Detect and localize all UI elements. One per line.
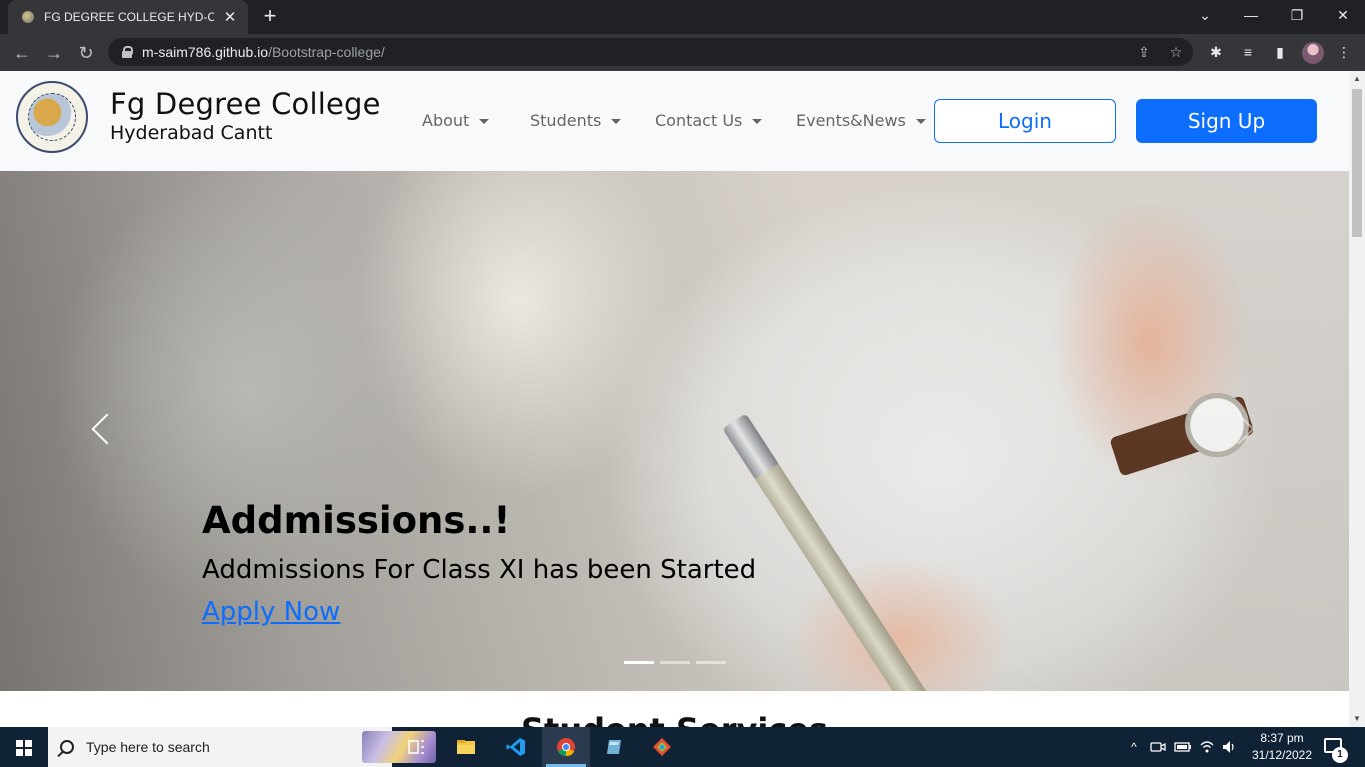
forward-arrow-icon[interactable]: → <box>41 40 67 66</box>
git-app-icon <box>653 738 671 756</box>
scrollbar-thumb[interactable] <box>1352 89 1362 237</box>
volume-icon[interactable] <box>1221 739 1237 755</box>
carousel-prev-icon[interactable] <box>88 413 114 449</box>
lock-icon[interactable] <box>122 46 133 58</box>
share-icon[interactable]: ⇪ <box>1134 42 1154 62</box>
taskbar-file-explorer[interactable] <box>442 727 490 767</box>
profile-avatar[interactable] <box>1302 42 1324 64</box>
vscode-icon <box>506 738 525 756</box>
new-tab-button[interactable]: + <box>258 4 282 28</box>
scroll-down-icon[interactable]: ▼ <box>1352 714 1362 724</box>
minimize-button[interactable]: — <box>1228 0 1274 30</box>
clock-date: 31/12/2022 <box>1251 748 1313 762</box>
notes-app-icon <box>607 740 621 754</box>
login-button[interactable]: Login <box>934 99 1116 143</box>
bookmark-star-icon[interactable]: ☆ <box>1166 42 1186 62</box>
taskbar-chrome[interactable] <box>542 727 590 767</box>
nav-label: Events&News <box>796 111 906 130</box>
url-host: m-saim786.github.io <box>142 44 269 60</box>
url-path: /Bootstrap-college/ <box>268 44 385 60</box>
browser-menu-icon[interactable]: ⋮ <box>1333 41 1355 63</box>
site-navbar: Fg Degree College Hyderabad Cantt About … <box>0 71 1349 171</box>
logo-emblem-icon <box>28 93 76 141</box>
search-icon <box>60 740 74 754</box>
show-hidden-icons[interactable]: ^ <box>1124 727 1144 767</box>
taskbar-clock[interactable]: 8:37 pm 31/12/2022 <box>1244 730 1320 764</box>
section-heading: Student Services <box>0 711 1349 727</box>
nav-label: Students <box>530 111 602 130</box>
taskbar-vscode[interactable] <box>492 727 540 767</box>
carousel-indicator[interactable] <box>624 661 654 664</box>
carousel-indicator[interactable] <box>660 661 690 664</box>
close-window-button[interactable]: ✕ <box>1320 0 1365 30</box>
nav-dropdown-students[interactable]: Students <box>530 111 622 130</box>
brand-name[interactable]: Fg Degree College <box>110 87 381 121</box>
nav-dropdown-contact[interactable]: Contact Us <box>655 111 763 130</box>
tab-search-icon[interactable]: ⌄ <box>1182 0 1228 30</box>
taskbar-app-git[interactable] <box>638 727 686 767</box>
browser-toolbar: ← → ↻ m-saim786.github.io/Bootstrap-coll… <box>0 34 1365 71</box>
carousel-next-icon[interactable] <box>1230 413 1256 449</box>
nav-dropdown-events[interactable]: Events&News <box>796 111 926 130</box>
slide-text: Addmissions For Class XI has been Starte… <box>202 555 757 585</box>
start-button[interactable] <box>0 727 48 767</box>
page-scrollbar[interactable]: ▲ ▼ <box>1349 71 1365 727</box>
browser-tabstrip: FG DEGREE COLLEGE HYD-CANTT ✕ + ⌄ — ❐ ✕ <box>0 0 1365 34</box>
caret-down-icon <box>915 119 926 124</box>
caret-down-icon <box>611 119 622 124</box>
slide-caption: Addmissions..! Addmissions For Class XI … <box>202 497 756 632</box>
caret-down-icon <box>752 119 763 124</box>
clock-time: 8:37 pm <box>1260 731 1304 745</box>
windows-taskbar: Type here to search ^ 8:37 pm 31/12/2022… <box>0 727 1365 767</box>
taskbar-search[interactable]: Type here to search <box>48 727 436 767</box>
site-favicon-icon <box>22 11 34 23</box>
wifi-icon[interactable] <box>1199 739 1215 755</box>
nav-dropdown-about[interactable]: About <box>422 111 490 130</box>
signup-button[interactable]: Sign Up <box>1136 99 1317 143</box>
back-arrow-icon[interactable]: ← <box>9 40 35 66</box>
page-viewport: Fg Degree College Hyderabad Cantt About … <box>0 71 1349 727</box>
tab-title: FG DEGREE COLLEGE HYD-CANTT <box>44 10 214 24</box>
maximize-button[interactable]: ❐ <box>1274 0 1320 30</box>
meet-now-icon[interactable] <box>1150 739 1166 755</box>
media-control-icon[interactable]: ≡ <box>1237 41 1259 63</box>
tab-close-icon[interactable]: ✕ <box>222 8 238 26</box>
college-logo[interactable] <box>16 81 88 153</box>
battery-icon[interactable] <box>1174 739 1192 755</box>
hero-carousel: Addmissions..! Addmissions For Class XI … <box>0 171 1349 691</box>
search-placeholder: Type here to search <box>86 739 210 755</box>
scroll-up-icon[interactable]: ▲ <box>1352 74 1362 84</box>
taskbar-app-notes[interactable] <box>590 727 638 767</box>
nav-label: About <box>422 111 470 130</box>
caret-down-icon <box>479 119 490 124</box>
reload-icon[interactable]: ↻ <box>73 40 99 66</box>
carousel-indicator[interactable] <box>696 661 726 664</box>
carousel-indicators <box>624 661 732 664</box>
address-bar[interactable]: m-saim786.github.io/Bootstrap-college/ ⇪… <box>108 38 1193 66</box>
slide-title: Addmissions..! <box>202 499 511 542</box>
notification-badge: 1 <box>1332 747 1348 763</box>
task-view-icon <box>408 740 424 754</box>
extensions-icon[interactable]: ✱ <box>1205 41 1227 63</box>
folder-icon <box>457 740 475 754</box>
chrome-icon <box>557 738 575 757</box>
side-panel-icon[interactable]: ▮ <box>1269 41 1291 63</box>
windows-logo-icon <box>16 740 32 756</box>
apply-now-link[interactable]: Apply Now <box>202 592 340 632</box>
brand-subtitle: Hyderabad Cantt <box>110 122 273 144</box>
browser-tab-active[interactable]: FG DEGREE COLLEGE HYD-CANTT ✕ <box>8 0 248 34</box>
task-view-button[interactable] <box>392 727 440 767</box>
nav-label: Contact Us <box>655 111 743 130</box>
